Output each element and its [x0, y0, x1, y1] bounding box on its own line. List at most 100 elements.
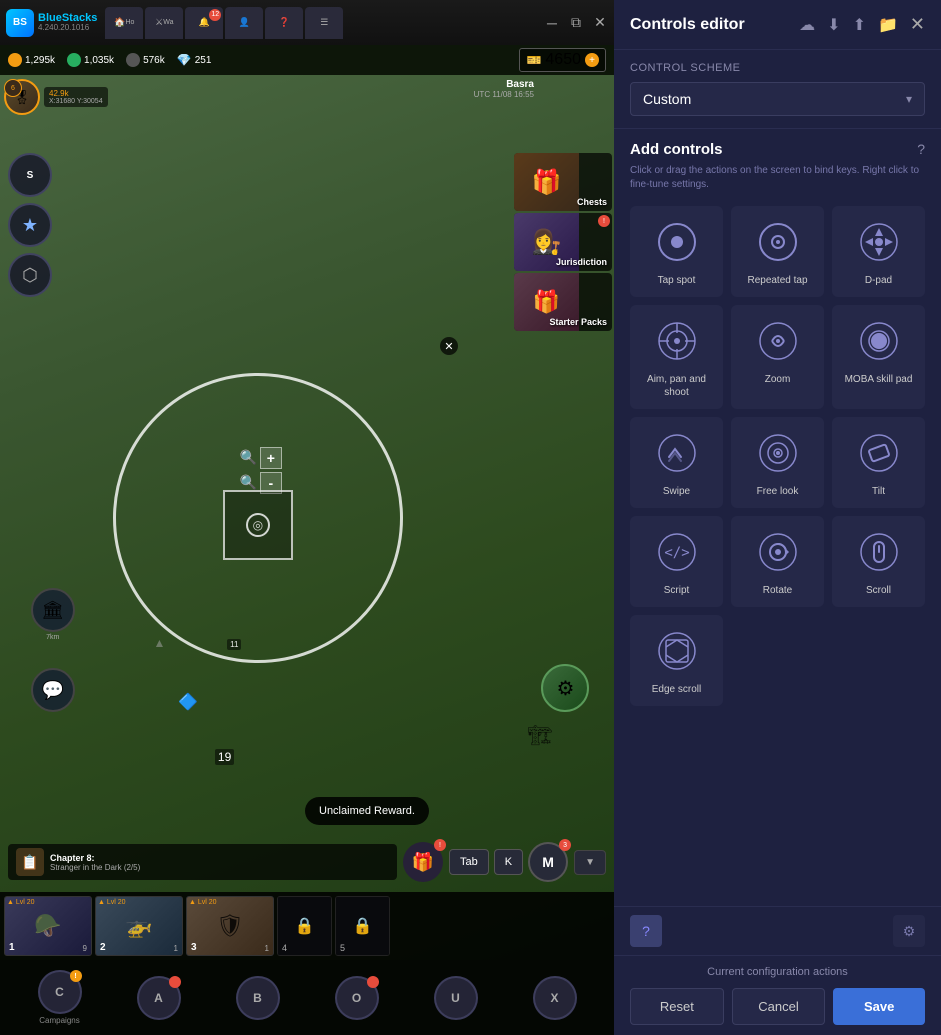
- notification-badge: 12: [209, 9, 221, 21]
- unit-slot-3[interactable]: 🛡 ▲ Lvl 20 3 1: [186, 896, 274, 956]
- close-panel-button[interactable]: ✕: [910, 14, 925, 35]
- chests-image: 🎁: [514, 153, 579, 211]
- dpad-control[interactable]: ◎: [223, 490, 293, 560]
- building-icon: 🏗: [527, 723, 552, 748]
- moba-icon: [855, 317, 903, 365]
- unit-3-num: 3: [191, 942, 197, 953]
- unit-slot-1[interactable]: 🪖 ▲ Lvl 20 1 9: [4, 896, 92, 956]
- nav-a[interactable]: A: [137, 976, 181, 1020]
- starter-packs-label: Starter Packs: [546, 315, 610, 329]
- gift-badge: !: [434, 839, 446, 851]
- reward-popup: Unclaimed Reward.: [305, 797, 429, 825]
- scheme-dropdown[interactable]: Custom ▾: [630, 82, 925, 116]
- controls-editor-panel: Controls editor ☁ ⬇ ⬆ 📁 ✕ Control scheme…: [614, 0, 941, 1035]
- unit-slot-2[interactable]: 🚁 ▲ Lvl 20 2 1: [95, 896, 183, 956]
- upload-icon[interactable]: ☁: [799, 15, 815, 35]
- control-freelook[interactable]: Free look: [731, 417, 824, 508]
- notification-chests[interactable]: 🎁 Chests: [514, 153, 612, 211]
- chat-button[interactable]: 💬: [31, 668, 75, 712]
- control-moba[interactable]: MOBA skill pad: [832, 305, 925, 409]
- tab-home[interactable]: 🏠Ho: [105, 7, 143, 39]
- zoom-plus-button[interactable]: +: [260, 447, 282, 469]
- location-name: Basra: [474, 79, 534, 90]
- notifications-panel: 🎁 Chests 👩‍⚖️ Jurisdiction ! 🎁 Starter P…: [514, 153, 614, 331]
- map-label-11: 11: [227, 639, 241, 650]
- control-dpad[interactable]: D-pad: [832, 206, 925, 297]
- stars-button[interactable]: ★: [8, 203, 52, 247]
- nav-x[interactable]: X: [533, 976, 577, 1020]
- current-config-label: Current configuration actions: [630, 966, 925, 978]
- control-rotate[interactable]: Rotate: [731, 516, 824, 607]
- tab-war[interactable]: ⚔Wa: [145, 7, 183, 39]
- left-side-buttons: S ★ ⬡: [8, 153, 52, 297]
- nav-b-key: B: [253, 991, 262, 1005]
- special-resource: 🎫 4650 +: [519, 48, 606, 72]
- player-alliance: 42.9k: [49, 89, 103, 98]
- nav-u[interactable]: U: [434, 976, 478, 1020]
- panel-footer: Current configuration actions Reset Canc…: [614, 955, 941, 1035]
- restore-button[interactable]: ⧉: [568, 15, 584, 31]
- control-aim[interactable]: Aim, pan and shoot: [630, 305, 723, 409]
- top-bar: BS BlueStacks 4.240.20.1016 🏠Ho ⚔Wa 🔔 12…: [0, 0, 614, 45]
- control-script[interactable]: </> Script: [630, 516, 723, 607]
- tilt-label: Tilt: [872, 485, 885, 498]
- unit-slot-5[interactable]: 🔒 5: [335, 896, 390, 956]
- control-edge-scroll[interactable]: Edge scroll: [630, 615, 723, 706]
- close-notification-button[interactable]: ✕: [440, 337, 458, 355]
- gold-value: 1,295k: [25, 55, 55, 66]
- nav-x-key: X: [550, 991, 558, 1005]
- chevron-down-icon: ▾: [906, 92, 912, 106]
- help-icon[interactable]: ?: [917, 141, 925, 157]
- cancel-button[interactable]: Cancel: [732, 988, 826, 1025]
- gems-value: 251: [195, 55, 212, 66]
- notification-starter-packs[interactable]: 🎁 Starter Packs: [514, 273, 612, 331]
- control-scroll[interactable]: Scroll: [832, 516, 925, 607]
- tab-notifications[interactable]: 🔔 12: [185, 7, 223, 39]
- add-controls-header: Add controls ?: [630, 141, 925, 158]
- tab-profile[interactable]: 👤: [225, 7, 263, 39]
- scroll-down-button[interactable]: ▼: [574, 850, 606, 875]
- oil-resource: 576k: [126, 53, 165, 67]
- control-repeated-tap[interactable]: Repeated tap: [731, 206, 824, 297]
- moba-label: MOBA skill pad: [845, 373, 913, 386]
- nav-b[interactable]: B: [236, 976, 280, 1020]
- tab-help[interactable]: ❓: [265, 7, 303, 39]
- minimize-button[interactable]: ─: [544, 15, 560, 31]
- save-button[interactable]: Save: [833, 988, 925, 1025]
- nav-o[interactable]: O: [335, 976, 379, 1020]
- script-label: Script: [664, 584, 690, 597]
- scheme-label: Control scheme: [630, 62, 925, 74]
- aim-icon: [653, 317, 701, 365]
- help-button[interactable]: ?: [630, 915, 662, 947]
- unit-slot-4[interactable]: 🔒 4: [277, 896, 332, 956]
- download-icon[interactable]: ⬇: [827, 15, 840, 35]
- notification-jurisdiction[interactable]: 👩‍⚖️ Jurisdiction !: [514, 213, 612, 271]
- special-action-button[interactable]: ⚙: [541, 664, 589, 712]
- window-controls: ─ ⧉ ✕: [544, 15, 608, 31]
- share-icon[interactable]: ⬆: [853, 15, 866, 35]
- tab-button[interactable]: Tab: [449, 849, 489, 875]
- scheme-section: Control scheme Custom ▾: [614, 50, 941, 129]
- repeated-tap-label: Repeated tap: [747, 274, 807, 287]
- control-zoom[interactable]: Zoom: [731, 305, 824, 409]
- nav-a-key: A: [154, 991, 163, 1005]
- player-coords: X:31680 Y:30054: [49, 98, 103, 105]
- city-button[interactable]: 🏛 7km: [31, 588, 75, 641]
- s-button[interactable]: S: [8, 153, 52, 197]
- food-resource: 1,035k: [67, 53, 114, 67]
- zoom-ctrl-icon: [754, 317, 802, 365]
- control-tap-spot[interactable]: Tap spot: [630, 206, 723, 297]
- folder-icon[interactable]: 📁: [878, 15, 898, 35]
- settings-icon[interactable]: ⚙: [893, 915, 925, 947]
- reset-button[interactable]: Reset: [630, 988, 724, 1025]
- add-resource-button[interactable]: +: [585, 53, 599, 67]
- close-window-button[interactable]: ✕: [592, 15, 608, 31]
- nav-c[interactable]: C ! Campaigns: [38, 970, 82, 1025]
- control-tilt[interactable]: Tilt: [832, 417, 925, 508]
- rank-button[interactable]: ⬡: [8, 253, 52, 297]
- location-info: Basra UTC 11/08 16:55: [474, 79, 534, 99]
- scheme-selected: Custom: [643, 91, 691, 107]
- k-button[interactable]: K: [494, 849, 523, 875]
- control-swipe[interactable]: Swipe: [630, 417, 723, 508]
- tab-menu[interactable]: ☰: [305, 7, 343, 39]
